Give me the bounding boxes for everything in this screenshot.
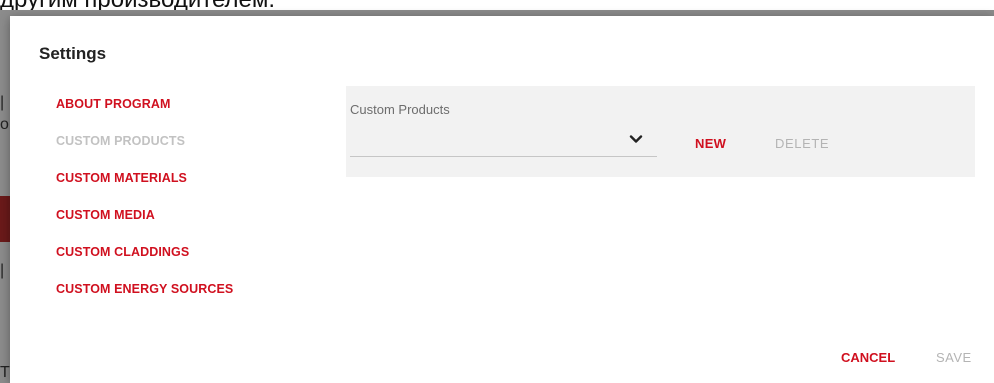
custom-products-panel: Custom Products NEW DELETE: [346, 86, 975, 177]
custom-products-select[interactable]: [350, 126, 657, 157]
nav-item-custom-claddings[interactable]: CUSTOM CLADDINGS: [56, 244, 316, 281]
custom-products-label: Custom Products: [350, 102, 450, 117]
background-glyph: T: [0, 364, 10, 381]
chevron-down-icon[interactable]: [629, 132, 643, 146]
background-glyph: |: [0, 262, 5, 279]
settings-dialog: Settings ABOUT PROGRAM CUSTOM PRODUCTS C…: [10, 16, 994, 383]
cancel-button[interactable]: CANCEL: [841, 350, 895, 365]
dialog-title: Settings: [39, 44, 107, 63]
delete-button[interactable]: DELETE: [775, 136, 829, 151]
nav-item-custom-materials[interactable]: CUSTOM MATERIALS: [56, 170, 316, 207]
background-glyph: o: [0, 116, 9, 133]
background-glyph: |: [0, 94, 5, 111]
background-red-accent: [0, 196, 10, 242]
save-button[interactable]: SAVE: [936, 350, 972, 365]
new-button[interactable]: NEW: [695, 136, 726, 151]
nav-item-about-program[interactable]: ABOUT PROGRAM: [56, 96, 316, 133]
settings-nav: ABOUT PROGRAM CUSTOM PRODUCTS CUSTOM MAT…: [56, 96, 316, 318]
nav-item-custom-energy-sources[interactable]: CUSTOM ENERGY SOURCES: [56, 281, 316, 318]
nav-item-custom-products[interactable]: CUSTOM PRODUCTS: [56, 133, 316, 170]
nav-item-custom-media[interactable]: CUSTOM MEDIA: [56, 207, 316, 244]
